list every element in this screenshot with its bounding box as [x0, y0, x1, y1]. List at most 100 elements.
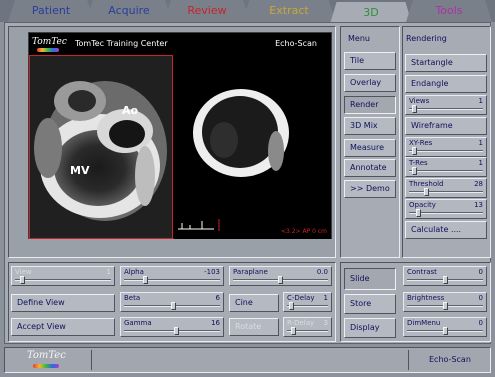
slider-knob[interactable] [174, 327, 179, 335]
label-ao: Ao [122, 104, 139, 117]
accept-view-button[interactable]: Accept View [11, 318, 115, 336]
views-slider[interactable]: Views 1 [405, 95, 487, 115]
tres-value: 1 [478, 159, 483, 167]
brightness-slider[interactable]: Brightness 0 [403, 292, 487, 312]
menu-tile-button[interactable]: Tile [344, 52, 396, 70]
opacity-value: 13 [474, 201, 483, 209]
alpha-label: Alpha [124, 268, 144, 276]
tab-bar: Patient Acquire Review Extract 3D Tools [0, 0, 495, 24]
slide-button[interactable]: Slide [344, 268, 396, 290]
store-button[interactable]: Store [344, 294, 396, 314]
slider-knob[interactable] [443, 276, 448, 284]
echo-long-axis-svg [30, 56, 172, 238]
slider-track [409, 191, 483, 193]
alpha-slider[interactable]: Alpha -103 [120, 266, 224, 286]
view-label: View [15, 268, 32, 276]
contrast-label: Contrast [407, 268, 437, 276]
brightness-label: Brightness [407, 294, 445, 302]
echo-long-axis-image: Ao MV [29, 55, 173, 239]
tab-review[interactable]: Review [164, 0, 250, 22]
cdelay-value: 1 [323, 294, 328, 302]
tab-extract[interactable]: Extract [242, 0, 336, 22]
tab-3d[interactable]: 3D [330, 2, 412, 24]
menu-3dmix-button[interactable]: 3D Mix [344, 117, 396, 135]
views-label: Views [409, 97, 430, 105]
image-viewer[interactable]: TomTec TomTec Training Center Echo-Scan [28, 32, 332, 239]
menu-measure-button[interactable]: Measure [344, 139, 396, 157]
tab-label: Review [187, 4, 227, 17]
viewer-title-bar: TomTec TomTec Training Center Echo-Scan [29, 33, 331, 55]
rdelay-slider: R-Delay 3 [283, 317, 332, 337]
tab-acquire[interactable]: Acquire [86, 0, 172, 22]
rdelay-label: R-Delay [287, 319, 315, 327]
menu-demo-button[interactable]: >> Demo [344, 180, 396, 198]
opacity-slider[interactable]: Opacity 13 [405, 199, 487, 219]
status-divider [408, 350, 409, 370]
beta-label: Beta [124, 294, 141, 302]
slider-knob[interactable] [443, 327, 448, 335]
tab-label: Tools [435, 4, 463, 17]
status-logo-stripe [33, 364, 59, 368]
beta-slider[interactable]: Beta 6 [120, 292, 224, 312]
slider-knob[interactable] [416, 209, 421, 217]
contrast-slider[interactable]: Contrast 0 [403, 266, 487, 286]
viewer-mode: Echo-Scan [275, 39, 317, 48]
threshold-slider[interactable]: Threshold 28 [405, 178, 487, 198]
status-logo: TomTec [27, 350, 66, 361]
dimmenu-slider[interactable]: DimMenu 0 [403, 317, 487, 337]
paraplane-label: Paraplane [233, 268, 268, 276]
menu-overlay-button[interactable]: Overlay [344, 74, 396, 92]
slider-knob[interactable] [424, 188, 429, 196]
rdelay-value: 3 [323, 319, 328, 327]
paraplane-slider[interactable]: Paraplane 0.0 [229, 266, 332, 286]
threshold-value: 28 [474, 180, 483, 188]
tab-label: Extract [269, 4, 309, 17]
slider-knob[interactable] [289, 302, 294, 310]
cine-button[interactable]: Cine [229, 294, 279, 312]
rendering-header: Rendering [406, 34, 447, 43]
threshold-label: Threshold [409, 180, 444, 188]
cdelay-label: C-Delay [287, 294, 315, 302]
tres-slider[interactable]: T-Res 1 [405, 157, 487, 177]
endangle-button[interactable]: Endangle [405, 75, 487, 93]
label-mv: MV [70, 164, 90, 177]
slider-track [124, 330, 220, 332]
xyres-value: 1 [478, 139, 483, 147]
xyres-label: XY-Res [409, 139, 433, 147]
viewer-title: TomTec Training Center [75, 39, 168, 48]
calculate-button[interactable]: Calculate .... [405, 221, 487, 239]
tab-tools[interactable]: Tools [406, 0, 492, 22]
contrast-value: 0 [478, 268, 483, 276]
viewer-overlay-text: <3.2> AP 0 cm [280, 228, 327, 235]
rotate-button: Rotate [229, 318, 279, 336]
slider-knob[interactable] [412, 105, 417, 113]
view-value: 1 [106, 268, 111, 276]
startangle-button[interactable]: Startangle [405, 54, 487, 72]
slider-knob[interactable] [443, 302, 448, 310]
display-button[interactable]: Display [344, 318, 396, 338]
menu-render-button[interactable]: Render [344, 96, 396, 114]
slider-knob[interactable] [171, 302, 176, 310]
tres-label: T-Res [409, 159, 428, 167]
wireframe-button[interactable]: Wireframe [405, 117, 487, 135]
gamma-value: 16 [211, 319, 220, 327]
brightness-value: 0 [478, 294, 483, 302]
viewer-logo-stripe [37, 48, 59, 52]
define-view-button[interactable]: Define View [11, 294, 115, 312]
status-bar: TomTec Echo-Scan [4, 347, 491, 373]
cdelay-slider[interactable]: C-Delay 1 [283, 292, 332, 312]
viewer-logo: TomTec [32, 37, 67, 47]
dimmenu-value: 0 [478, 319, 483, 327]
menu-annotate-button[interactable]: Annotate [344, 159, 396, 177]
slider-knob[interactable] [412, 167, 417, 175]
slider-track [15, 279, 111, 281]
tab-patient[interactable]: Patient [8, 0, 94, 22]
gamma-slider[interactable]: Gamma 16 [120, 317, 224, 337]
paraplane-value: 0.0 [316, 268, 328, 276]
echo-short-axis-image: <3.2> AP 0 cm [174, 55, 331, 239]
slider-knob[interactable] [143, 276, 148, 284]
tab-label: Patient [31, 4, 71, 17]
xyres-slider[interactable]: XY-Res 1 [405, 137, 487, 157]
slider-knob[interactable] [278, 276, 283, 284]
slider-knob[interactable] [412, 147, 417, 155]
